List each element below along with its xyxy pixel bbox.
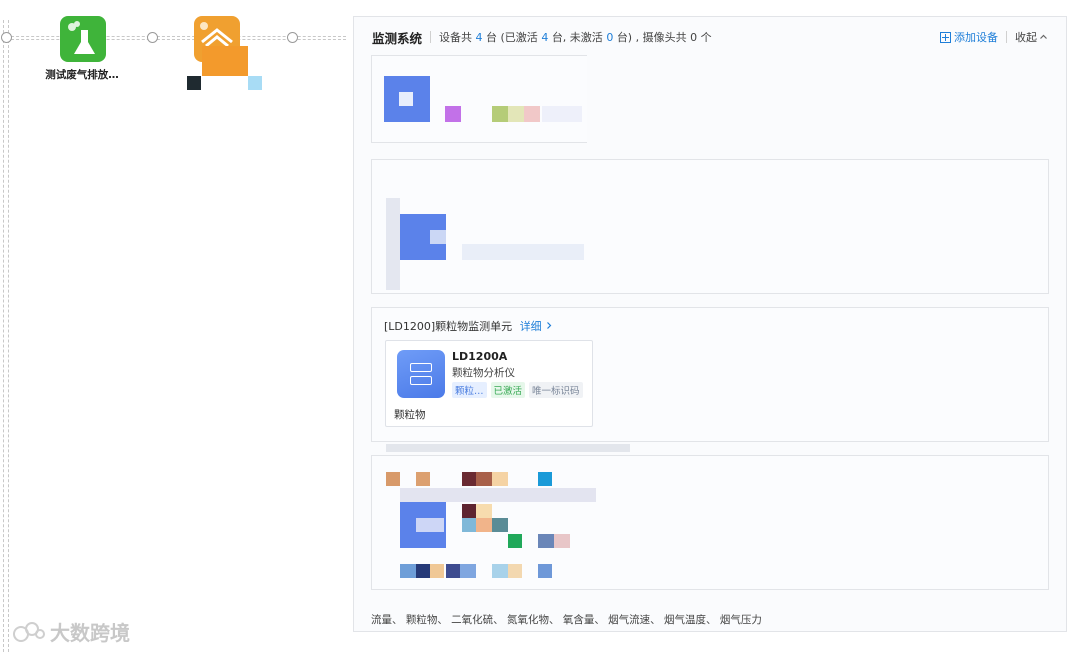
monitoring-parameters: 流量、 颗粒物、 二氧化硫、 氮氧化物、 氧含量、 烟气流速、 烟气温度、 烟气… — [371, 614, 762, 626]
monitoring-unit-group — [371, 159, 1049, 294]
server-icon-bar — [410, 376, 432, 385]
connector-point[interactable] — [287, 32, 298, 43]
device-summary: 设备共 4 台 (已激活 4 台, 未激活 0 台) , 摄像头共 0 个 — [439, 31, 712, 44]
pixelated-block — [538, 534, 554, 548]
watermark: 大数跨境 — [12, 617, 130, 646]
pixelated-block — [554, 534, 570, 548]
pixelated-block — [386, 198, 400, 290]
pixelated-block — [386, 444, 630, 452]
server-icon — [397, 350, 445, 398]
device-card[interactable]: LD1200A 颗粒物分析仪 颗粒… 已激活 唯一标识码 颗粒物 — [385, 340, 593, 427]
pixelated-block — [430, 564, 444, 578]
device-parameter: 颗粒物 — [394, 409, 426, 421]
pixelated-block — [476, 518, 492, 532]
pixelated-block — [542, 106, 582, 122]
node-label: 测试废气排放… — [45, 69, 119, 81]
pixelated-block — [492, 106, 508, 122]
device-model: LD1200A — [452, 350, 508, 363]
pixelated-block — [508, 106, 524, 122]
pixelated-block — [538, 472, 552, 486]
device-total: 4 — [475, 31, 483, 44]
pixelated-block — [445, 106, 461, 122]
device-type: 颗粒物分析仪 — [452, 367, 515, 379]
monitoring-unit-group — [371, 55, 587, 143]
activated-count: 4 — [541, 31, 549, 44]
pixelated-block — [386, 472, 400, 486]
panel-title: 监测系统 — [372, 30, 423, 46]
exhaust-node-icon[interactable] — [60, 16, 106, 62]
pixelated-block — [187, 76, 201, 90]
pixelated-block — [476, 472, 492, 486]
chevron-up-icon — [1040, 34, 1047, 39]
pixelated-block — [462, 472, 476, 486]
pixelated-block — [400, 488, 596, 502]
pixelated-block — [492, 564, 508, 578]
inactive-count: 0 — [606, 31, 614, 44]
monitoring-panel: 监测系统 设备共 4 台 (已激活 4 台, 未激活 0 台) , 摄像头共 0… — [353, 16, 1067, 632]
pixelated-block — [446, 564, 460, 578]
pixelated-block — [508, 564, 522, 578]
pixelated-block — [399, 92, 413, 106]
device-tags: 颗粒… 已激活 唯一标识码 — [452, 382, 583, 398]
pixelated-block — [400, 564, 416, 578]
header-actions: 添加设备 收起 — [940, 17, 1048, 57]
watermark-logo-icon — [13, 621, 45, 642]
connector-point[interactable] — [147, 32, 158, 43]
server-icon-bar — [410, 363, 432, 372]
monitoring-unit-group — [371, 444, 1049, 590]
divider — [1006, 31, 1007, 43]
chimney-icon — [68, 21, 95, 54]
tag-unique-id: 唯一标识码 — [529, 382, 583, 398]
pixelated-block — [492, 472, 508, 486]
pixelated-block — [416, 564, 430, 578]
pixelated-block — [524, 106, 540, 122]
pixelated-block — [416, 472, 430, 486]
pixelated-block — [430, 230, 446, 244]
pixelated-block — [476, 504, 492, 518]
pixelated-block — [462, 244, 584, 260]
pixelated-block — [538, 564, 552, 578]
monitoring-unit-group: [LD1200]颗粒物监测单元 详细 LD1200A 颗粒物分析仪 颗粒… 已激… — [371, 307, 1049, 442]
watermark-text: 大数跨境 — [50, 621, 130, 645]
camera-total: 0 — [690, 31, 698, 44]
pixelated-block — [508, 534, 522, 548]
tag-parameter: 颗粒… — [452, 382, 487, 398]
status-badge: 已激活 — [490, 382, 526, 398]
pixelated-block — [248, 76, 262, 90]
pixelated-block — [416, 518, 444, 532]
pixelated-block — [460, 564, 476, 578]
connector-point[interactable] — [1, 32, 12, 43]
pixelated-block — [462, 518, 476, 532]
panel-header: 监测系统 设备共 4 台 (已激活 4 台, 未激活 0 台) , 摄像头共 0… — [354, 17, 1066, 57]
detail-link[interactable]: 详细 — [520, 320, 554, 333]
canvas-vertical-guide — [3, 20, 9, 652]
pixelated-block — [492, 518, 508, 532]
add-device-button[interactable]: 添加设备 — [940, 29, 998, 45]
add-icon — [940, 31, 951, 43]
flow-canvas[interactable]: 测试废气排放… 大数跨境 — [0, 0, 352, 652]
pixelated-block — [462, 504, 476, 518]
chevron-right-icon — [547, 322, 552, 329]
pixelated-block — [202, 46, 248, 76]
divider — [430, 31, 432, 43]
group-title: [LD1200]颗粒物监测单元 详细 — [384, 318, 553, 334]
collapse-button[interactable]: 收起 — [1015, 29, 1048, 45]
